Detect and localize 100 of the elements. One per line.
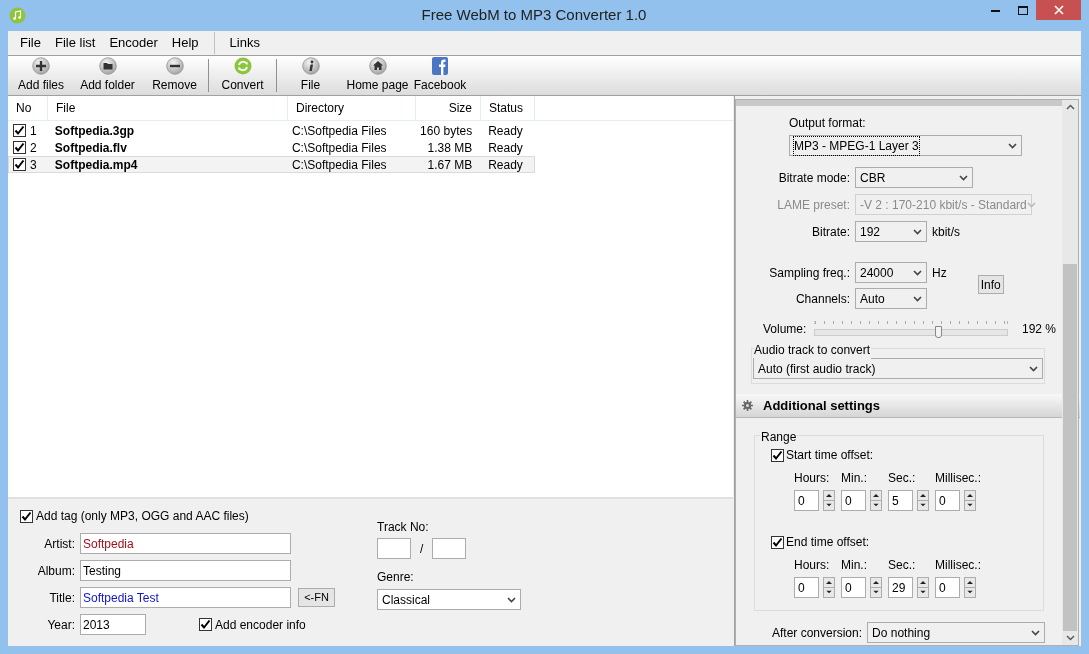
status-cell-text: Ready xyxy=(487,156,524,174)
volume-slider[interactable] xyxy=(814,319,1008,339)
filename-button[interactable]: <-FN xyxy=(298,588,335,607)
field-label: Bitrate mode: xyxy=(777,169,850,187)
dropdown[interactable]: Auto xyxy=(855,288,927,309)
house-icon xyxy=(368,57,387,75)
toolbar-button[interactable]: Add folder xyxy=(74,56,141,95)
dropdown[interactable]: Do nothing xyxy=(867,622,1046,643)
spin-buttons[interactable] xyxy=(823,490,835,511)
row-number: 3 xyxy=(30,156,37,174)
dropdown[interactable]: 192 xyxy=(855,221,927,242)
field-label: Year: xyxy=(46,616,75,634)
text-field[interactable]: Softpedia Test xyxy=(80,587,291,608)
menu-item[interactable]: File list xyxy=(47,33,103,53)
file-row[interactable]: 1 Softpedia.3gp C:\Softpedia Files 160 bytes Ready xyxy=(8,122,535,139)
file-row[interactable]: 2 Softpedia.flv C:\Softpedia Files 1.38 MB Ready xyxy=(8,139,535,156)
text-field[interactable] xyxy=(377,538,411,559)
menu-item[interactable]: Encoder xyxy=(102,33,165,53)
column-header[interactable]: Directory xyxy=(288,96,416,120)
column-header[interactable]: Size xyxy=(416,96,481,120)
column-header[interactable]: No xyxy=(8,96,48,120)
spin-buttons[interactable] xyxy=(917,577,929,598)
spin-buttons[interactable] xyxy=(823,577,835,598)
menu-item[interactable]: Help xyxy=(164,33,206,53)
chevron-icon xyxy=(913,269,922,276)
unit-label: Hz xyxy=(932,264,947,282)
checkbox[interactable] xyxy=(13,124,26,137)
number-field[interactable]: 5 xyxy=(888,490,913,511)
chevron-icon xyxy=(913,228,922,235)
field-label: Hours: xyxy=(794,470,831,487)
field-label: Title: xyxy=(48,589,75,607)
column-header[interactable]: Status xyxy=(481,96,535,120)
field-label: Channels: xyxy=(794,290,850,308)
dropdown[interactable]: Auto (first audio track) xyxy=(753,358,1043,379)
toolbar-button[interactable]: Home page xyxy=(344,56,411,95)
dropdown[interactable]: MP3 - MPEG-1 Layer 3 xyxy=(789,135,1022,156)
field-label: Output format: xyxy=(789,115,867,132)
spin-buttons[interactable] xyxy=(870,577,882,598)
directory-cell-text: C:\Softpedia Files xyxy=(290,122,388,140)
maximize-icon xyxy=(1017,5,1028,15)
info-icon xyxy=(301,57,320,75)
chevron-icon xyxy=(507,596,516,603)
field-label: LAME preset: xyxy=(776,196,850,214)
text-field[interactable] xyxy=(432,538,467,559)
number-field[interactable]: 0 xyxy=(935,577,960,598)
separator-text: / xyxy=(420,540,424,558)
minus-icon xyxy=(165,57,184,75)
spin-buttons[interactable] xyxy=(964,490,976,511)
toolbar-button[interactable]: Remove xyxy=(141,56,208,95)
checkbox-label: Start time offset: xyxy=(786,447,874,464)
number-field[interactable]: 29 xyxy=(888,577,913,598)
size-cell-text: 1.38 MB xyxy=(426,139,474,157)
column-header[interactable]: File xyxy=(48,96,288,120)
file-name: Softpedia.mp4 xyxy=(53,156,139,174)
toolbar-button[interactable]: File xyxy=(277,56,344,95)
text-field[interactable]: 2013 xyxy=(80,614,146,635)
plus-icon xyxy=(32,57,50,75)
section-header[interactable]: Additional settings xyxy=(736,394,1080,418)
menu-item[interactable]: Links xyxy=(222,33,267,53)
number-field[interactable]: 0 xyxy=(794,490,819,511)
spin-buttons[interactable] xyxy=(917,490,929,511)
directory-cell-text: C:\Softpedia Files xyxy=(290,139,388,157)
field-label: Volume: xyxy=(763,321,808,338)
number-field[interactable]: 0 xyxy=(841,490,866,511)
refresh-icon xyxy=(233,57,252,75)
spin-buttons[interactable] xyxy=(964,577,976,598)
field-label: Sampling freq.: xyxy=(768,264,850,282)
info-button[interactable]: Info xyxy=(977,275,1004,294)
checkbox[interactable] xyxy=(20,509,33,523)
checkbox[interactable] xyxy=(199,618,212,631)
number-field[interactable]: 0 xyxy=(841,577,866,598)
number-field[interactable]: 0 xyxy=(935,490,960,511)
dropdown[interactable]: Classical xyxy=(377,589,521,610)
toolbar-button[interactable]: Add files xyxy=(8,56,74,95)
toolbar-button[interactable]: Facebook xyxy=(411,56,469,95)
number-field[interactable]: 0 xyxy=(794,577,819,598)
field-label: Sec.: xyxy=(888,470,917,487)
checkbox[interactable] xyxy=(13,141,26,154)
folder-icon xyxy=(98,57,117,75)
checkbox[interactable] xyxy=(771,448,784,462)
field-label: Sec.: xyxy=(888,557,917,574)
field-label: Hours: xyxy=(794,557,831,574)
spin-buttons[interactable] xyxy=(870,490,882,511)
menu-item[interactable]: File xyxy=(13,33,48,53)
dropdown[interactable]: CBR xyxy=(855,167,973,188)
checkbox[interactable] xyxy=(771,535,784,549)
field-label: After conversion: xyxy=(772,624,863,642)
close-icon xyxy=(1053,5,1064,15)
checkbox-label: Add encoder info xyxy=(215,616,306,634)
unit-label: kbit/s xyxy=(932,223,960,241)
slider-thumb[interactable] xyxy=(935,326,943,338)
checkbox[interactable] xyxy=(13,158,26,171)
text-field[interactable]: Testing xyxy=(80,560,291,581)
dropdown[interactable]: 24000 xyxy=(855,262,927,283)
music-note-icon xyxy=(9,7,26,24)
field-label: Bitrate: xyxy=(811,223,850,241)
toolbar-button[interactable]: Convert xyxy=(209,56,276,95)
scrollbar[interactable] xyxy=(1062,99,1079,646)
file-row[interactable]: 3 Softpedia.mp4 C:\Softpedia Files 1.67 MB Ready xyxy=(8,156,535,173)
text-field[interactable]: Softpedia xyxy=(80,533,291,554)
